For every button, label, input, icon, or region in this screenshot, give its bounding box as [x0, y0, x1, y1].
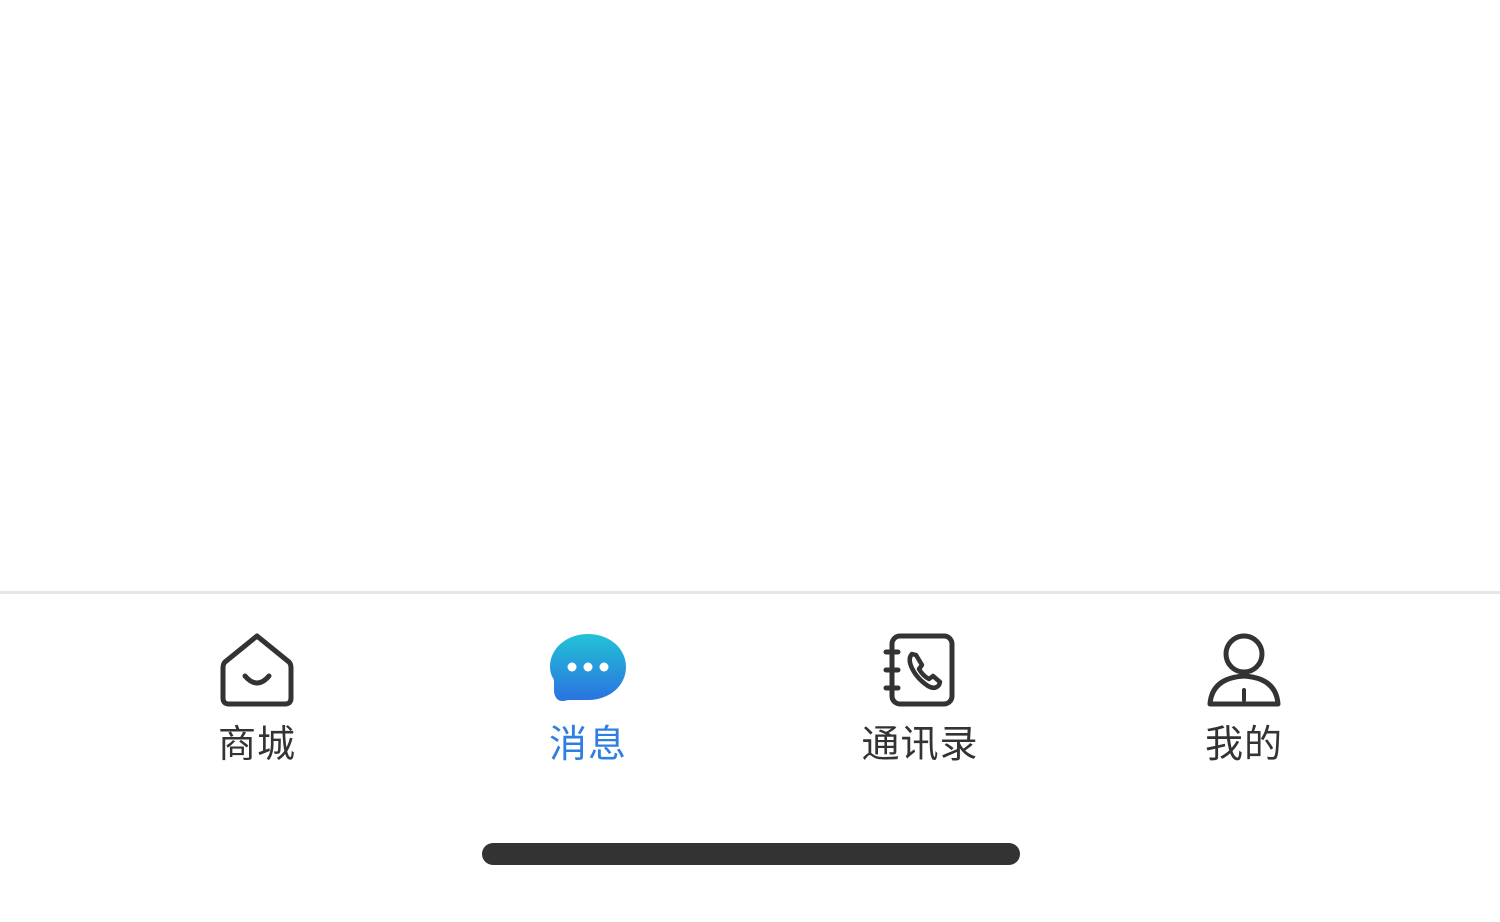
- profile-person-icon: [1202, 628, 1286, 712]
- tab-profile-label: 我的: [1204, 722, 1283, 766]
- store-home-icon: [215, 628, 299, 712]
- app-screen: 商城 消息 通讯录 我的: [0, 0, 1500, 922]
- contacts-phone-icon: [878, 628, 962, 712]
- tab-messages-label: 消息: [548, 722, 627, 766]
- tab-contacts-label: 通讯录: [861, 722, 979, 766]
- tab-store-label: 商城: [217, 722, 296, 766]
- bottom-tab-bar: 商城 消息 通讯录 我的: [0, 591, 1500, 804]
- tab-profile[interactable]: 我的: [1144, 594, 1344, 784]
- tab-store[interactable]: 商城: [157, 594, 357, 784]
- tab-messages[interactable]: 消息: [488, 594, 688, 784]
- main-content-area: [0, 0, 1500, 592]
- tab-contacts[interactable]: 通讯录: [820, 594, 1020, 784]
- message-bubble-icon: [546, 628, 630, 712]
- home-indicator[interactable]: [482, 843, 1020, 865]
